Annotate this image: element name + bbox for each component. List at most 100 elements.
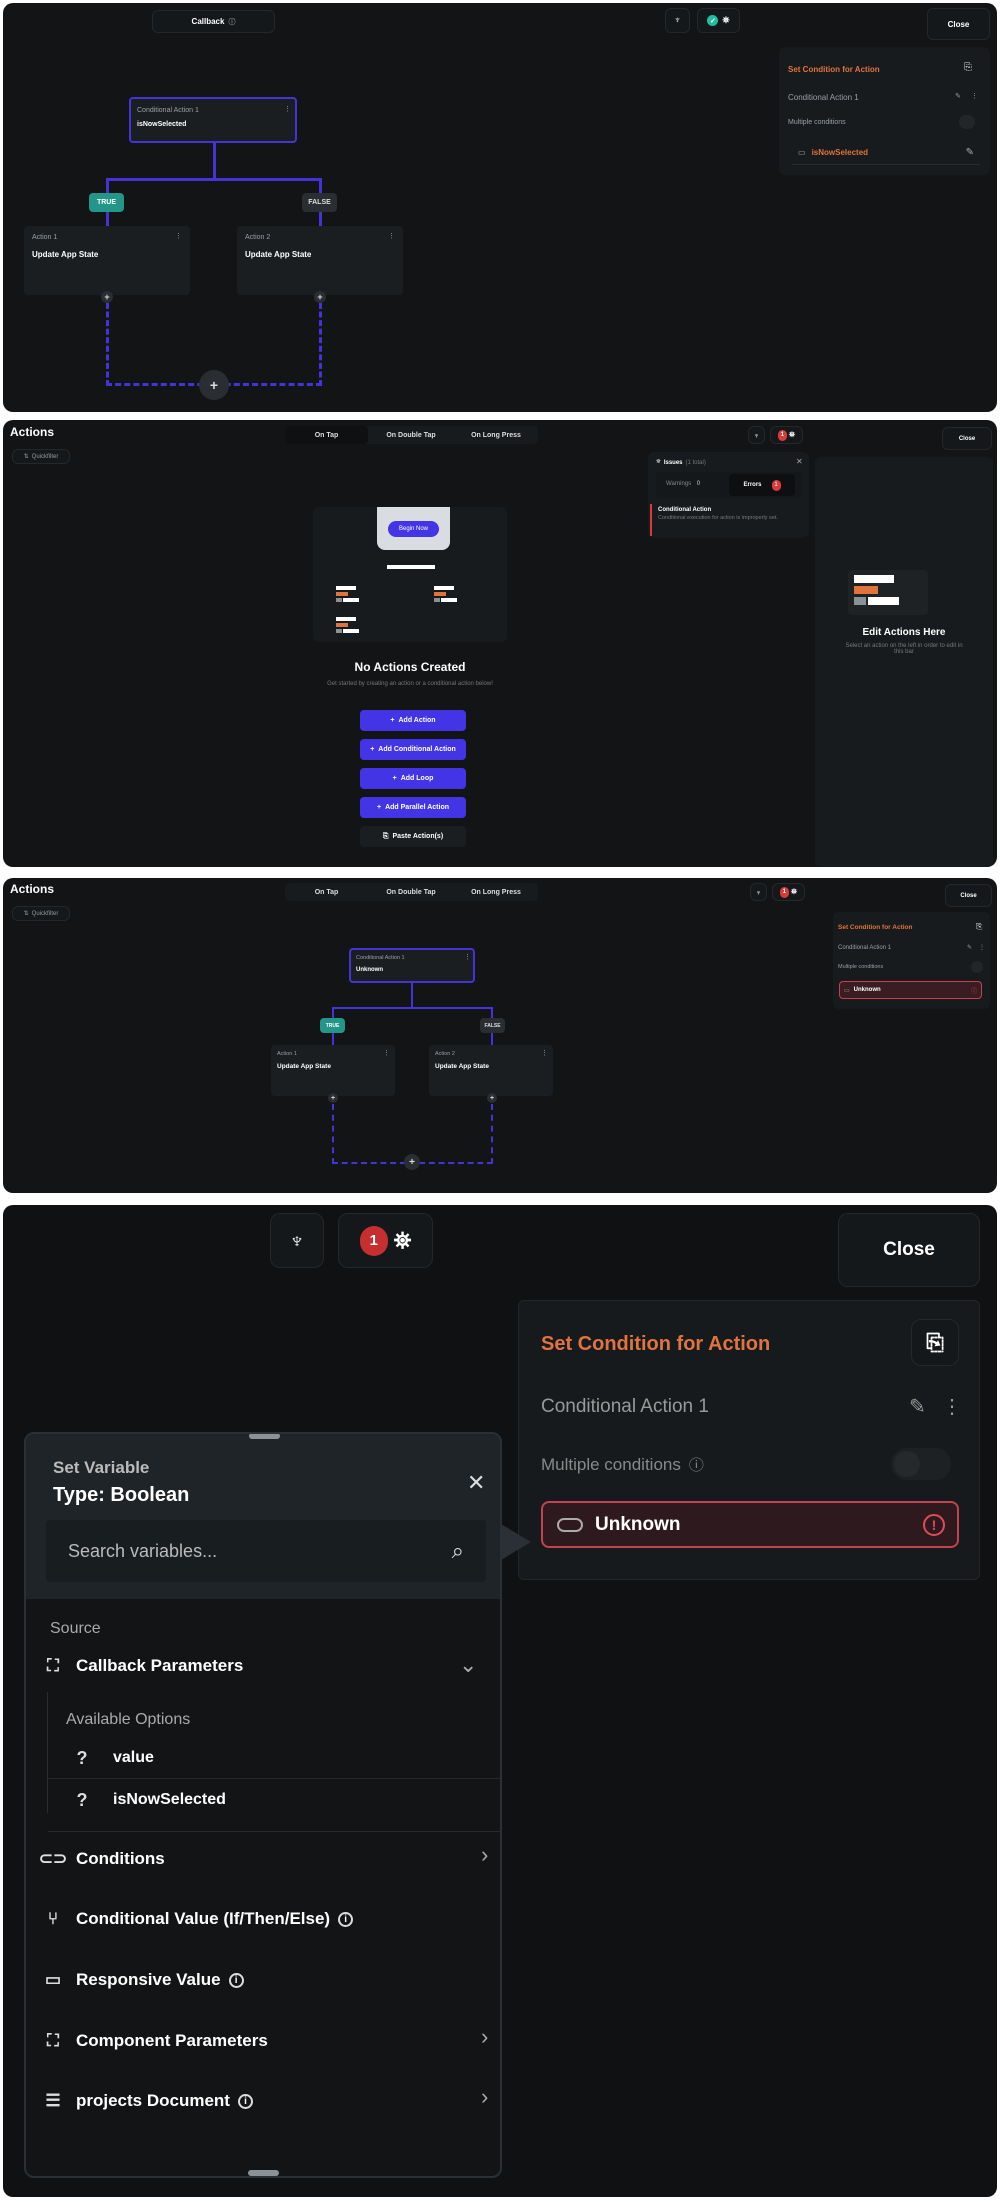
conditional-action-node[interactable]: Conditional Action 1 ⋮ isNowSelected [129, 97, 297, 143]
add-action-button[interactable]: + Add Action [360, 710, 466, 731]
multiple-conditions-toggle[interactable] [891, 1448, 951, 1480]
debug-button[interactable]: 1 ⛯ [772, 883, 805, 901]
more-icon[interactable]: ⋮ [971, 92, 978, 100]
chevron-right-icon[interactable]: › [481, 2084, 488, 2110]
more-icon[interactable]: ⋮ [175, 232, 182, 240]
action-node[interactable]: Action 1 ⋮ Update App State [24, 226, 190, 295]
chevron-right-icon[interactable]: › [481, 1842, 488, 1868]
option-isnowselected[interactable]: ? isNowSelected [71, 1789, 226, 1811]
add-icon[interactable]: + [328, 1093, 338, 1103]
source-component-parameters[interactable]: ⛶ Component Parameters [42, 2030, 268, 2052]
more-icon[interactable]: ⋮ [979, 944, 985, 951]
edit-icon[interactable]: ✎ [909, 1394, 926, 1419]
multiple-conditions-toggle[interactable] [959, 115, 975, 129]
tab-on-double-tap[interactable]: On Double Tap [368, 426, 454, 444]
true-badge: TRUE [89, 193, 124, 212]
node-value: Update App State [277, 1063, 331, 1070]
more-icon[interactable]: ⋮ [464, 953, 471, 961]
add-parallel-action-button[interactable]: + Add Parallel Action [360, 797, 466, 818]
search-input[interactable]: Search variables... ⌕ [46, 1520, 486, 1582]
tab-on-tap[interactable]: On Tap [285, 883, 368, 901]
option-value[interactable]: ? value [71, 1747, 154, 1769]
filter-icon: ⇅ [23, 911, 29, 917]
agent-icon-button[interactable]: ♆ [748, 426, 765, 444]
add-icon[interactable]: + [404, 1154, 420, 1170]
add-note-icon[interactable]: ⎘ [976, 922, 982, 932]
plus-icon: + [392, 775, 397, 782]
tab-callback[interactable]: Callback ⓘ [152, 10, 275, 33]
tab-on-long-press[interactable]: On Long Press [454, 883, 538, 901]
add-conditional-action-button[interactable]: + Add Conditional Action [360, 739, 466, 760]
close-icon[interactable]: ✕ [467, 1470, 485, 1496]
error-count-badge: 1 [777, 429, 787, 441]
condition-field[interactable]: ▭ isNowSelected ✎ [792, 140, 980, 165]
action-node[interactable]: Action 1 ⋮ Update App State [271, 1045, 395, 1096]
more-icon[interactable]: ⋮ [383, 1049, 390, 1057]
chevron-right-icon[interactable]: › [481, 2024, 488, 2050]
connector [411, 983, 413, 1008]
close-button[interactable]: Close [838, 1213, 980, 1287]
debug-button[interactable]: 1 ⛯ [770, 426, 803, 444]
add-icon[interactable]: + [314, 291, 326, 303]
true-badge: TRUE [320, 1018, 345, 1033]
multiple-conditions-toggle[interactable] [971, 961, 983, 973]
loop-connector [319, 303, 322, 386]
debug-button[interactable]: ✓ ⛯ [697, 8, 740, 33]
connector [332, 1007, 493, 1009]
edit-icon[interactable]: ✎ [966, 147, 974, 158]
tab-on-tap[interactable]: On Tap [285, 426, 368, 444]
quickfilter-button[interactable]: ⇅ Quickfilter [12, 906, 70, 921]
add-note-icon[interactable]: ⎘ [964, 62, 972, 73]
edit-icon[interactable]: ✎ [967, 944, 972, 951]
paste-actions-button[interactable]: ⎘ Paste Action(s) [360, 826, 466, 847]
quickfilter-button[interactable]: ⇅ Quickfilter [12, 449, 70, 464]
issue-item[interactable]: Conditional Action Conditional execution… [650, 504, 807, 536]
tab-on-long-press[interactable]: On Long Press [454, 426, 538, 444]
close-button[interactable]: Close [942, 427, 992, 450]
close-icon[interactable]: ✕ [796, 457, 803, 466]
close-button[interactable]: Close [945, 884, 992, 907]
add-icon[interactable]: + [199, 370, 229, 400]
tab-warnings[interactable]: Warnings 0 [666, 481, 700, 487]
condition-field[interactable]: Unknown ! [541, 1501, 959, 1548]
close-button[interactable]: Close [927, 8, 990, 40]
loop-connector [106, 303, 109, 386]
source-conditional-value[interactable]: ⑂ Conditional Value (If/Then/Else) i [42, 1908, 354, 1930]
loop-connector [332, 1104, 334, 1164]
add-icon[interactable]: + [487, 1093, 497, 1103]
node-value: Update App State [435, 1063, 489, 1070]
condition-field[interactable]: ▭ Unknown ⓘ [839, 981, 982, 999]
add-loop-button[interactable]: + Add Loop [360, 768, 466, 789]
more-icon[interactable]: ⋮ [388, 232, 395, 240]
filter-icon: ⇅ [23, 454, 29, 460]
action-node[interactable]: Action 2 ⋮ Update App State [429, 1045, 553, 1096]
more-icon[interactable]: ⋮ [284, 105, 291, 113]
issues-total: (1 total) [685, 459, 706, 466]
more-icon[interactable]: ⋮ [541, 1049, 548, 1057]
tab-errors[interactable]: Errors 1 [729, 474, 795, 496]
add-icon[interactable]: + [101, 291, 113, 303]
source-responsive-value[interactable]: ▭ Responsive Value i [42, 1969, 244, 1991]
agent-icon-button[interactable]: ♆ [750, 883, 767, 901]
source-callback-parameters[interactable]: ⛶ Callback Parameters [42, 1655, 243, 1677]
tab-on-double-tap[interactable]: On Double Tap [368, 883, 454, 901]
resize-handle[interactable] [248, 2170, 279, 2176]
add-note-button[interactable]: ⎘ [911, 1319, 959, 1366]
chevron-down-icon[interactable]: ⌄ [459, 1652, 477, 1678]
debug-button[interactable]: 1 ⛯ [338, 1213, 433, 1268]
edit-icon[interactable]: ✎ [955, 92, 961, 100]
false-badge: FALSE [480, 1018, 505, 1033]
node-label: Action 2 [435, 1051, 455, 1057]
agent-icon-button[interactable]: ♆ [665, 8, 690, 33]
error-icon: ⓘ [970, 988, 977, 995]
action-node[interactable]: Action 2 ⋮ Update App State [237, 226, 403, 295]
search-placeholder: Search variables... [68, 1540, 218, 1561]
agent-icon-button[interactable]: ♆ [270, 1213, 324, 1268]
drag-handle[interactable] [249, 1434, 280, 1439]
source-projects-document[interactable]: ☰ projects Document i [42, 2090, 253, 2112]
tabs: On Tap On Double Tap On Long Press [285, 426, 538, 444]
conditional-action-node[interactable]: Conditional Action 1 ⋮ Unknown [349, 948, 475, 983]
source-conditions[interactable]: ⊂⊃ Conditions [39, 1848, 165, 1870]
more-icon[interactable]: ⋮ [942, 1394, 962, 1419]
node-label: Conditional Action 1 [137, 107, 199, 114]
